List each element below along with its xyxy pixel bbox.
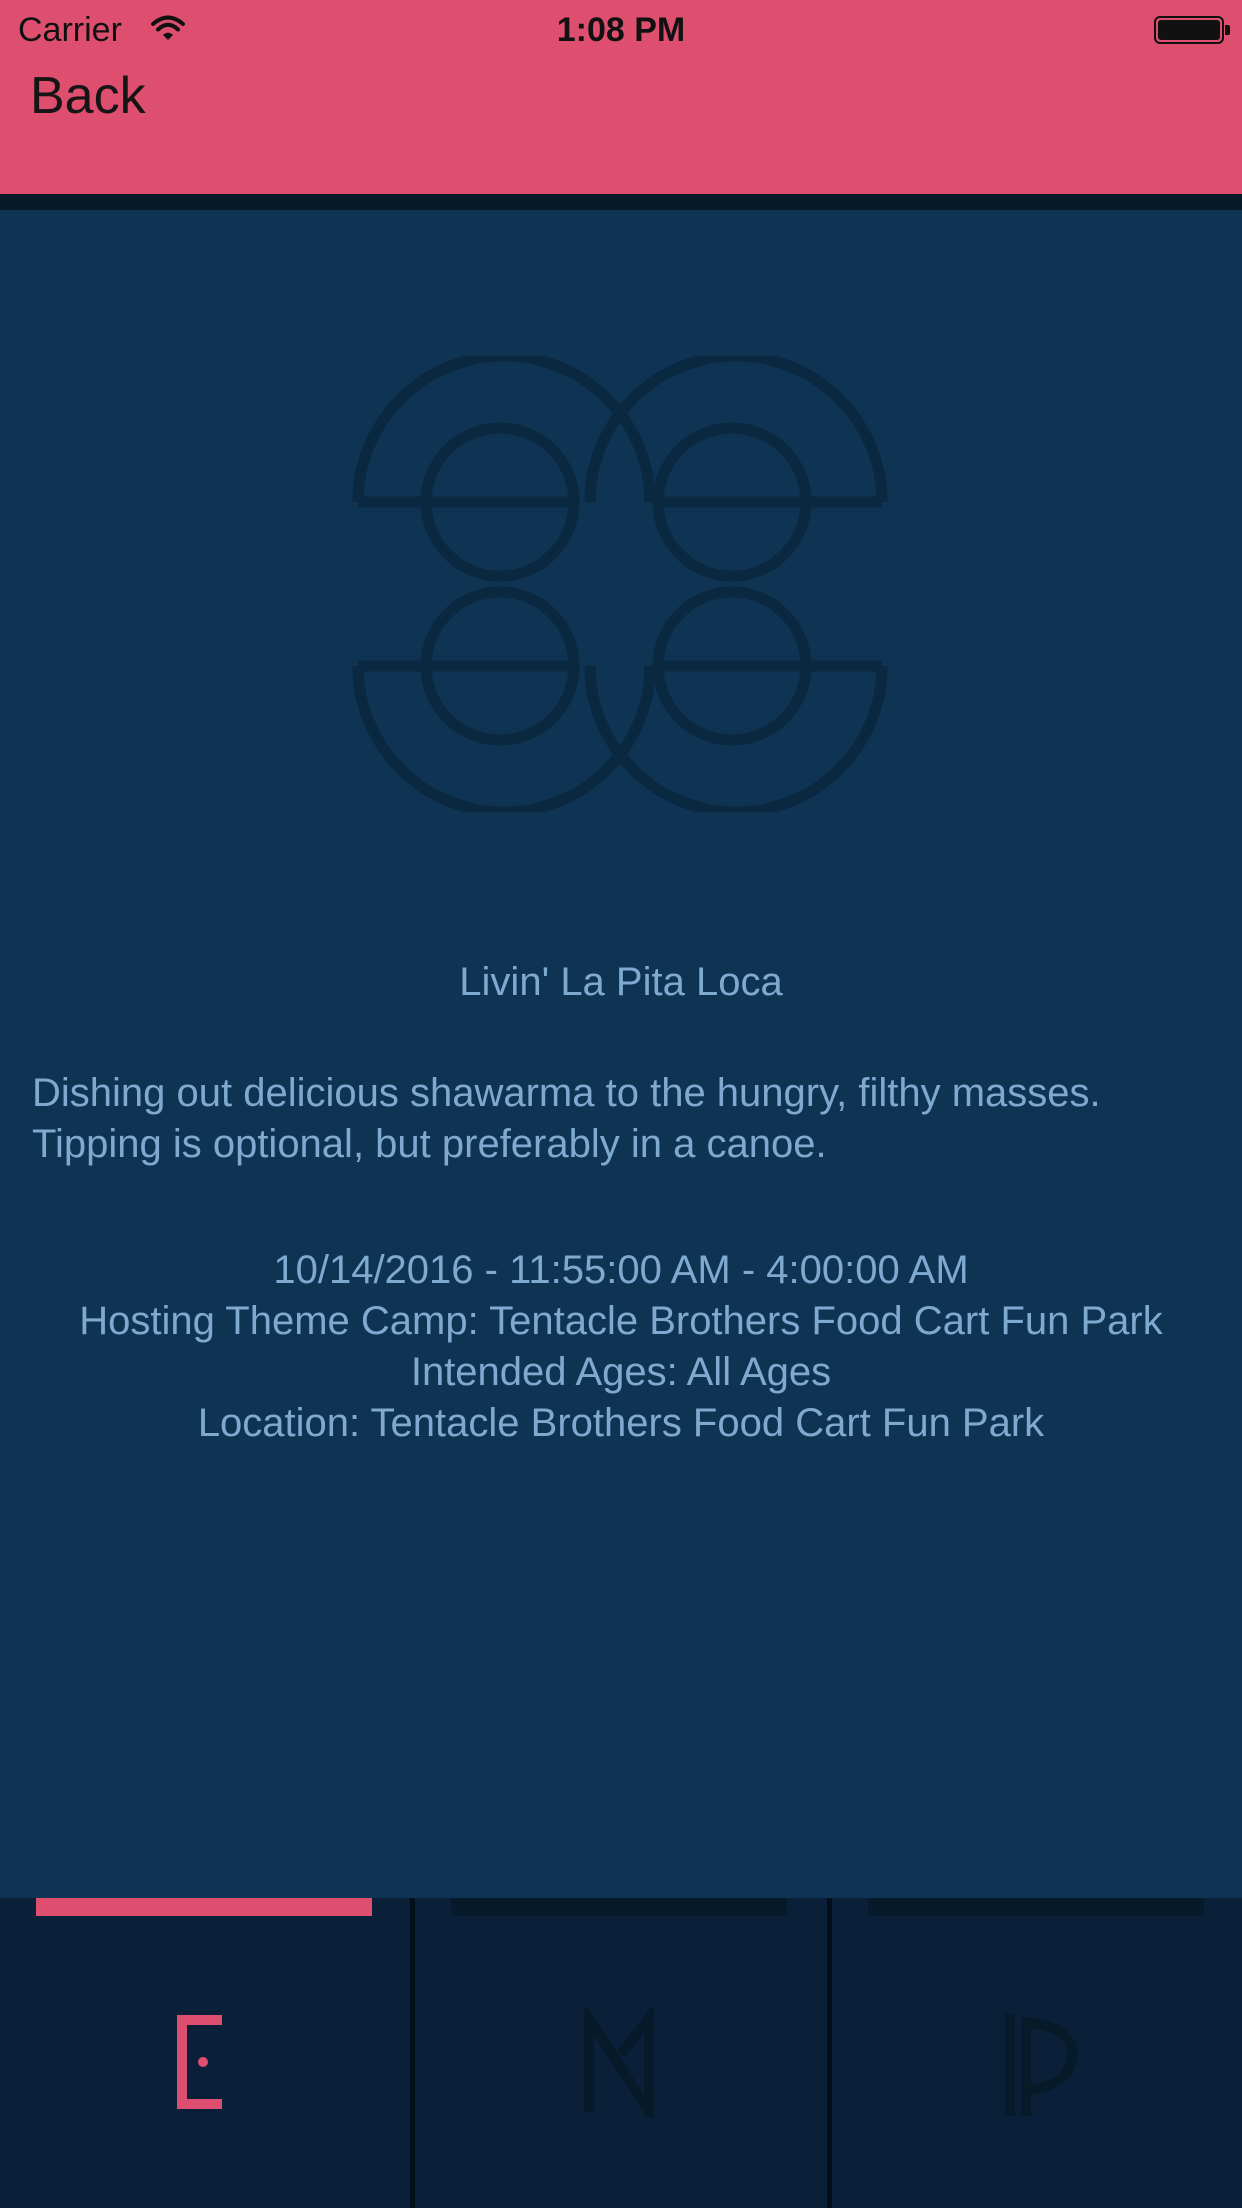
hosting-camp: Hosting Theme Camp: Tentacle Brothers Fo… (79, 1299, 1163, 1343)
tab-map[interactable] (415, 1898, 827, 2208)
event-description: Dishing out delicious shawarma to the hu… (32, 1068, 1222, 1170)
tab-selected-indicator (36, 1898, 372, 1916)
tab-indicator (868, 1898, 1204, 1916)
nav-header: Carrier 1:08 PM Back (0, 0, 1242, 194)
camp-logo-icon (352, 356, 888, 812)
tab-bar (0, 1898, 1242, 2208)
description-line: Dishing out delicious shawarma to the hu… (32, 1071, 1101, 1115)
tab-people[interactable] (832, 1898, 1242, 2208)
battery-icon (1154, 16, 1224, 44)
events-rune-icon (177, 2015, 222, 2109)
tab-events[interactable] (0, 1898, 412, 2208)
intended-ages: Intended Ages: All Ages (410, 1350, 832, 1394)
description-line: Tipping is optional, but preferably in a… (32, 1122, 827, 1166)
tab-indicator (451, 1898, 787, 1916)
event-details: 10/14/2016 - 11:55:00 AM - 4:00:00 AM Ho… (0, 1245, 1242, 1449)
map-rune-icon (584, 2008, 654, 2118)
header-divider (0, 194, 1242, 210)
event-datetime: 10/14/2016 - 11:55:00 AM - 4:00:00 AM (273, 1248, 969, 1292)
event-title: Livin' La Pita Loca (459, 960, 783, 1004)
back-button[interactable]: Back (30, 66, 146, 126)
people-rune-icon (1005, 2014, 1078, 2116)
status-bar: Carrier 1:08 PM (0, 0, 1242, 60)
clock: 1:08 PM (556, 11, 686, 49)
event-location: Location: Tentacle Brothers Food Cart Fu… (197, 1401, 1045, 1445)
